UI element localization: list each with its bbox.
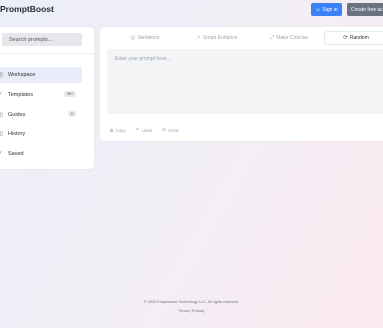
tab-label: Random bbox=[349, 35, 369, 41]
guides-icon: ▯ bbox=[0, 112, 3, 118]
copy-label: Copy bbox=[115, 127, 126, 133]
sidebar-item-history[interactable]: ▯ History bbox=[0, 126, 82, 142]
sidebar-item-label: Workspace bbox=[8, 72, 36, 78]
create-account-button[interactable]: Create free ac bbox=[347, 3, 383, 16]
templates-icon: ⁄ bbox=[0, 92, 1, 98]
clear-button[interactable]: ⊘ Clear bbox=[162, 125, 179, 135]
create-account-label: Create free ac bbox=[351, 6, 383, 13]
prompt-textarea[interactable]: Enter your prompt here... bbox=[107, 49, 383, 114]
tab-make-concise[interactable]: ⤢ Make Concise bbox=[254, 31, 324, 45]
mode-tabs: ◎ Variations ✧ Smart Enhance ⤢ Make Conc… bbox=[106, 31, 383, 45]
sign-in-button[interactable]: ☺ Sign in bbox=[311, 3, 342, 16]
tab-random[interactable]: ⟳ Random bbox=[324, 31, 383, 45]
user-icon: ☺ bbox=[315, 6, 321, 13]
editor-actions: ⧉ Copy ↶ Undo ⊘ Clear bbox=[110, 125, 179, 135]
compress-icon: ⤢ bbox=[269, 34, 275, 41]
sidebar-item-label: Guides bbox=[8, 112, 26, 118]
tab-smart-enhance[interactable]: ✧ Smart Enhance bbox=[182, 31, 252, 45]
sidebar-item-guides[interactable]: ▯ Guides 6 bbox=[0, 107, 82, 123]
undo-button[interactable]: ↶ Undo bbox=[136, 125, 153, 135]
sidebar: Search prompts... ▯ Workspace ⁄ Template… bbox=[0, 27, 94, 169]
clear-icon: ⊘ bbox=[162, 127, 167, 132]
history-icon: ▯ bbox=[0, 131, 3, 137]
sidebar-item-templates[interactable]: ⁄ Templates 99+ bbox=[0, 87, 82, 103]
sidebar-item-saved[interactable]: ⁄ Saved bbox=[0, 146, 82, 162]
sidebar-item-label: History bbox=[8, 131, 26, 137]
footer-links[interactable]: Terms | Privacy bbox=[0, 309, 383, 313]
prompt-placeholder: Enter your prompt here... bbox=[115, 56, 171, 62]
tab-label: Smart Enhance bbox=[203, 35, 238, 41]
tab-label: Variations bbox=[137, 35, 160, 41]
tab-label: Make Concise bbox=[276, 35, 309, 41]
workspace-icon: ▯ bbox=[0, 72, 3, 78]
search-placeholder: Search prompts... bbox=[9, 36, 53, 43]
sidebar-item-label: Templates bbox=[8, 92, 34, 98]
clear-label: Clear bbox=[168, 127, 179, 133]
templates-count-badge: 99+ bbox=[64, 91, 76, 97]
sparkle-icon: ✧ bbox=[196, 35, 202, 41]
copy-button[interactable]: ⧉ Copy bbox=[110, 125, 126, 135]
variations-icon: ◎ bbox=[130, 35, 136, 41]
undo-label: Undo bbox=[141, 127, 153, 133]
sidebar-item-label: Saved bbox=[8, 151, 24, 157]
shuffle-icon: ⟳ bbox=[343, 35, 348, 41]
brand-logo[interactable]: PromptBoost bbox=[0, 4, 54, 14]
saved-icon: ⁄ bbox=[0, 151, 1, 157]
tab-variations[interactable]: ◎ Variations bbox=[110, 31, 180, 45]
editor-panel: ◎ Variations ✧ Smart Enhance ⤢ Make Conc… bbox=[100, 27, 383, 141]
guides-count-badge: 6 bbox=[68, 111, 76, 117]
top-header: PromptBoost ☺ Sign in Create free ac bbox=[0, 0, 383, 20]
footer-copyright: © 2025 Empowered Technology LLC. All rig… bbox=[143, 300, 240, 304]
sign-in-label: Sign in bbox=[322, 6, 338, 13]
copy-icon: ⧉ bbox=[110, 127, 114, 133]
search-input[interactable]: Search prompts... bbox=[2, 33, 82, 46]
sidebar-divider bbox=[0, 53, 94, 54]
sidebar-item-workspace[interactable]: ▯ Workspace bbox=[0, 67, 82, 83]
undo-icon: ↶ bbox=[135, 127, 140, 132]
